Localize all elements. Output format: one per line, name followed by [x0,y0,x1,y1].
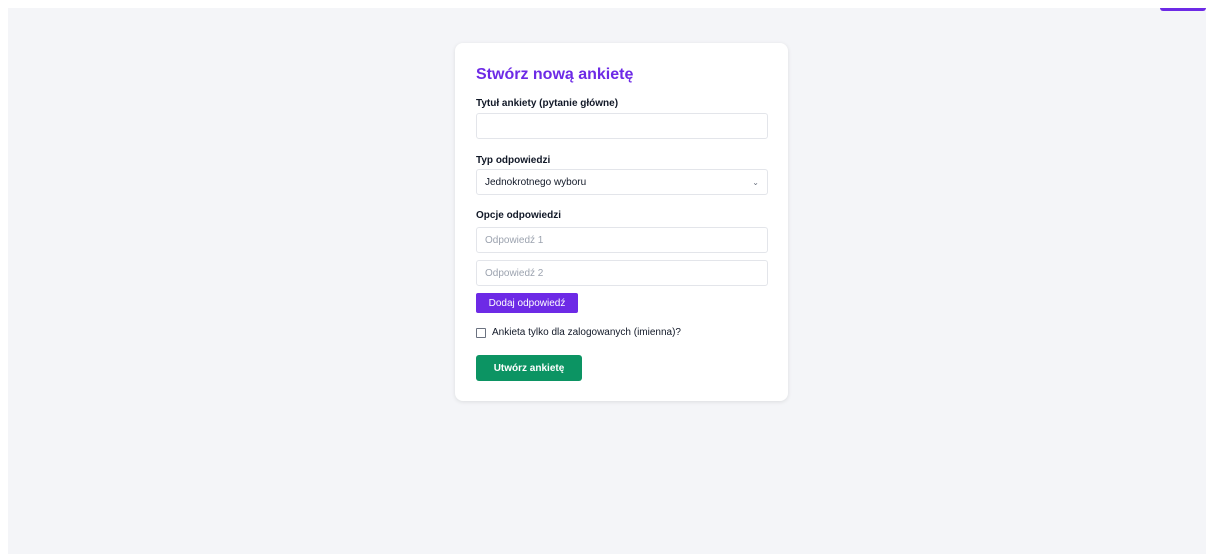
options-label: Opcje odpowiedzi [476,210,562,221]
logged-only-row[interactable]: Ankieta tylko dla zalogowanych (imienna)… [476,327,681,338]
answer-type-selected-value: Jednokrotnego wyboru [485,176,587,188]
create-survey-card: Stwórz nową ankietę Tytuł ankiety (pytan… [455,43,788,401]
survey-title-input[interactable] [476,113,768,139]
chevron-down-icon: ⌄ [752,177,759,187]
answer-type-select[interactable]: Jednokrotnego wyboru ⌄ [476,169,768,195]
logged-only-label: Ankieta tylko dla zalogowanych (imienna)… [492,327,681,338]
create-survey-button[interactable]: Utwórz ankietę [476,355,582,381]
option-input-1[interactable] [476,227,768,253]
logged-only-checkbox[interactable] [476,327,486,338]
top-right-button[interactable] [1160,8,1206,11]
answer-type-label: Typ odpowiedzi [476,155,551,166]
add-option-button[interactable]: Dodaj odpowiedź [476,293,578,313]
survey-title-label: Tytuł ankiety (pytanie główne) [476,98,619,109]
page-background: Stwórz nową ankietę Tytuł ankiety (pytan… [8,8,1206,554]
option-input-2[interactable] [476,260,768,286]
page-title: Stwórz nową ankietę [476,66,634,83]
